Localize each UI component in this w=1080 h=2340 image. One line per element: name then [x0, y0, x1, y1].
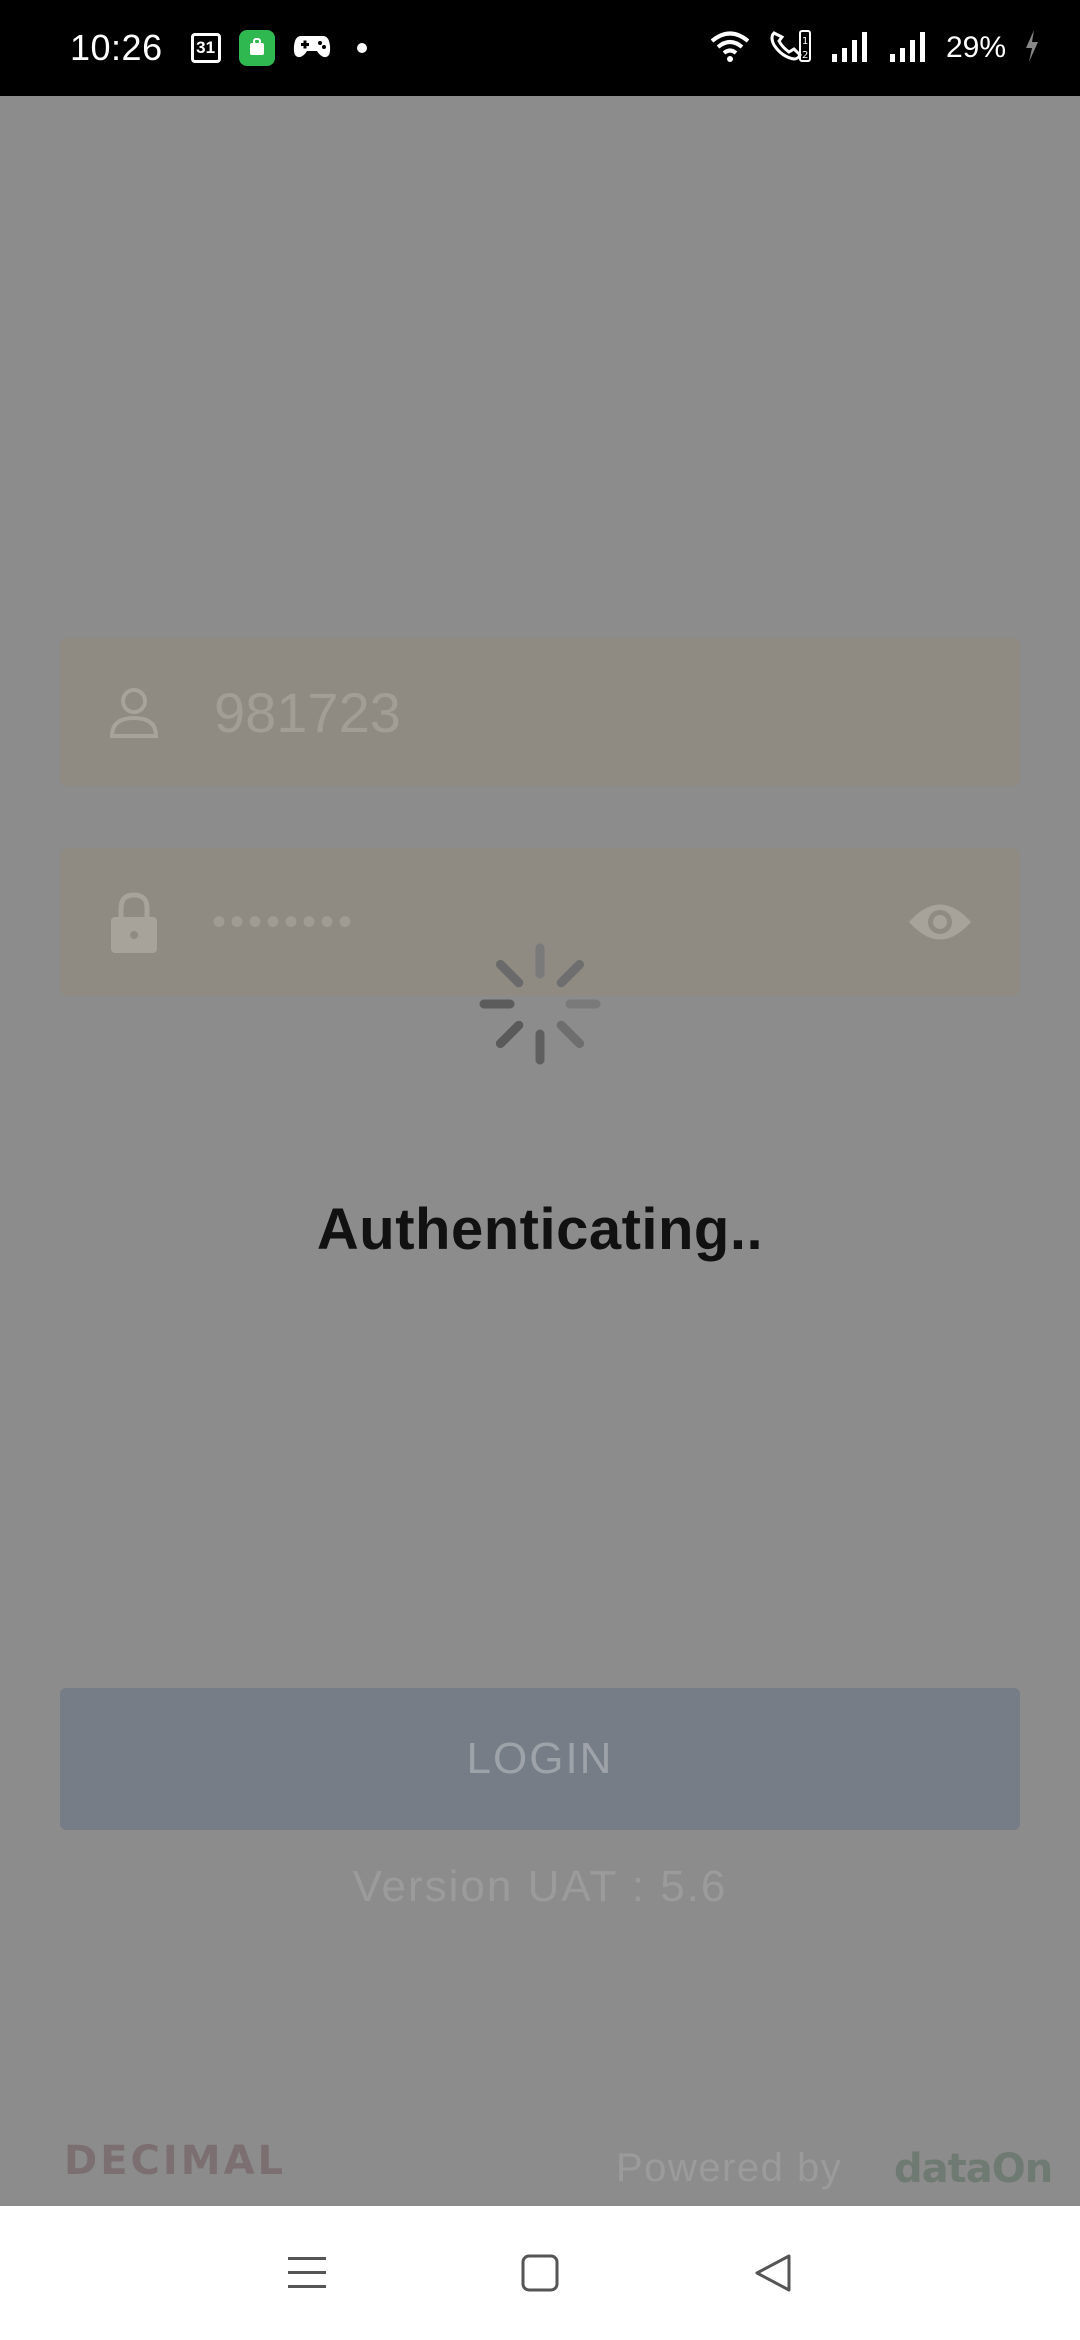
eye-icon[interactable] [906, 894, 974, 950]
status-bar: 10:26 31 12 29% [0, 0, 1080, 96]
signal-sim1-icon [830, 30, 870, 67]
username-field[interactable]: 981723 [60, 638, 1020, 786]
dataon-logo: dataOn [894, 2146, 1053, 2192]
powered-by-label: Powered by [616, 2146, 843, 2190]
version-label: Version UAT : 5.6 [352, 1862, 728, 1911]
svg-text:2: 2 [802, 50, 808, 61]
status-time: 10:26 [70, 27, 163, 68]
person-icon [106, 684, 162, 740]
wifi-icon [710, 30, 750, 67]
notification-icons: 31 [190, 30, 367, 66]
login-screen: 981723 •••••••• LOGIN Version UAT : 5.6 … [0, 96, 1080, 2206]
recents-menu-icon[interactable] [277, 2243, 337, 2303]
svg-text:1: 1 [802, 36, 808, 47]
decimal-logo: DECIMAL [64, 2138, 287, 2184]
volte-call-icon: 12 [768, 29, 812, 68]
game-controller-icon [293, 32, 331, 65]
calendar-icon: 31 [190, 33, 221, 63]
more-notifications-dot [356, 43, 367, 53]
spinner-icon [478, 942, 602, 1066]
password-mask: •••••••• [212, 899, 357, 944]
back-triangle-icon[interactable] [743, 2243, 803, 2303]
app-notification-icon [238, 30, 275, 66]
lock-icon [106, 892, 162, 953]
signal-sim2-icon [888, 30, 928, 67]
charging-icon [1024, 29, 1040, 67]
battery-percent: 29% [945, 31, 1006, 64]
home-square-icon[interactable] [510, 2243, 570, 2303]
system-indicators: 12 29% [710, 29, 1040, 68]
authenticating-message: Authenticating.. [316, 1197, 764, 1262]
system-navigation-bar [0, 2206, 1080, 2340]
login-button[interactable]: LOGIN [60, 1688, 1020, 1830]
username-value: 981723 [214, 680, 401, 744]
